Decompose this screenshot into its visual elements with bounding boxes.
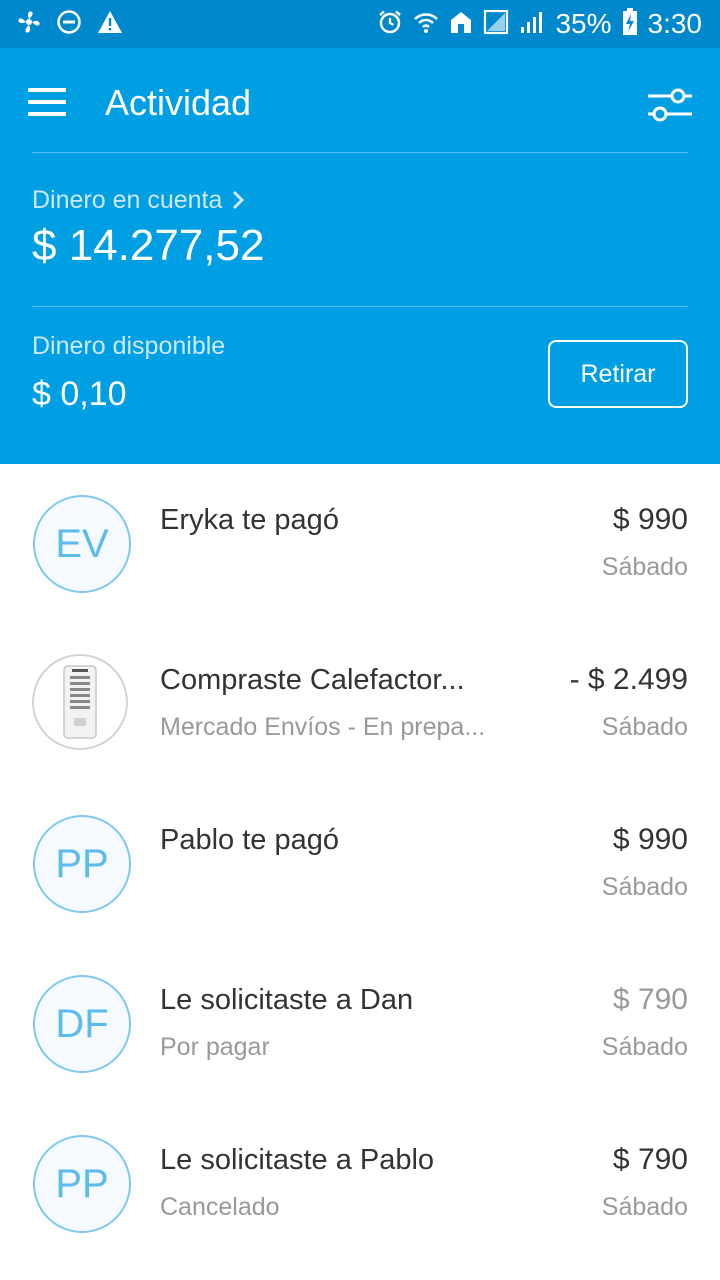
chevron-right-icon: [233, 190, 245, 210]
clock: 3:30: [647, 8, 703, 39]
item-title: Le solicitaste a Dan: [160, 984, 414, 1016]
menu-button[interactable]: [28, 88, 68, 118]
warning-icon: [96, 9, 124, 40]
status-bar: 35% 3:30: [0, 0, 720, 48]
wifi-icon: [413, 9, 439, 40]
available-amount: $ 0,10: [32, 375, 127, 413]
list-item[interactable]: EV Eryka te pagó $ 990 Sábado: [0, 464, 720, 624]
battery-percent: 35%: [555, 8, 612, 39]
item-subtitle: Mercado Envíos - En prepa...: [160, 713, 486, 741]
item-date: Sábado: [601, 553, 688, 581]
item-amount: $ 990: [612, 503, 688, 536]
alarm-icon: [377, 9, 403, 40]
sliders-icon: [648, 88, 692, 122]
account-balance-amount: $ 14.277,52: [32, 221, 265, 270]
page-title: Actividad: [105, 82, 252, 123]
item-title: Eryka te pagó: [160, 504, 339, 536]
item-amount: $ 790: [612, 1143, 688, 1176]
withdraw-button[interactable]: Retirar: [548, 340, 688, 408]
activity-list: EV Eryka te pagó $ 990 Sábado Compraste …: [0, 464, 720, 1264]
status-left-icons: [16, 8, 124, 40]
account-header: Actividad Dinero en cuenta $ 14.277,52 D…: [0, 48, 720, 464]
list-item[interactable]: Compraste Calefactor... Mercado Envíos -…: [0, 624, 720, 784]
avatar: PP: [33, 1135, 131, 1233]
fan-icon: [16, 9, 42, 40]
item-date: Sábado: [601, 713, 688, 741]
item-amount: $ 990: [612, 823, 688, 856]
item-title: Pablo te pagó: [160, 824, 339, 856]
signal-box-icon: [483, 9, 509, 40]
avatar: PP: [33, 815, 131, 913]
item-title: Le solicitaste a Pablo: [160, 1144, 435, 1176]
cell-signal-icon: [519, 9, 545, 40]
status-right-icons: 35% 3:30: [377, 6, 702, 42]
list-item[interactable]: DF Le solicitaste a Dan Por pagar $ 790 …: [0, 944, 720, 1104]
item-date: Sábado: [601, 1033, 688, 1061]
header-divider: [32, 306, 688, 307]
item-date: Sábado: [601, 1193, 688, 1221]
battery-charging-icon: [622, 7, 638, 41]
heater-product-icon: [63, 665, 97, 739]
list-item[interactable]: PP Le solicitaste a Pablo Cancelado $ 79…: [0, 1104, 720, 1264]
list-item[interactable]: PP Pablo te pagó $ 990 Sábado: [0, 784, 720, 944]
product-thumbnail: [32, 654, 128, 750]
menu-icon-bar: [28, 100, 66, 104]
item-date: Sábado: [601, 873, 688, 901]
item-amount: - $ 2.499: [569, 663, 688, 696]
account-balance-link[interactable]: Dinero en cuenta: [32, 184, 245, 216]
header-divider: [32, 152, 688, 153]
item-subtitle: Por pagar: [160, 1033, 270, 1061]
menu-icon-bar: [28, 88, 66, 92]
home-icon: [449, 9, 473, 40]
avatar: DF: [33, 975, 131, 1073]
filter-button[interactable]: [646, 86, 694, 124]
do-not-disturb-icon: [56, 9, 82, 40]
avatar: EV: [33, 495, 131, 593]
menu-icon-bar: [28, 112, 66, 116]
item-subtitle: Cancelado: [160, 1193, 280, 1221]
item-title: Compraste Calefactor...: [160, 664, 465, 696]
account-balance-label: Dinero en cuenta: [32, 186, 223, 214]
item-amount: $ 790: [612, 983, 688, 1016]
available-label: Dinero disponible: [32, 332, 226, 360]
